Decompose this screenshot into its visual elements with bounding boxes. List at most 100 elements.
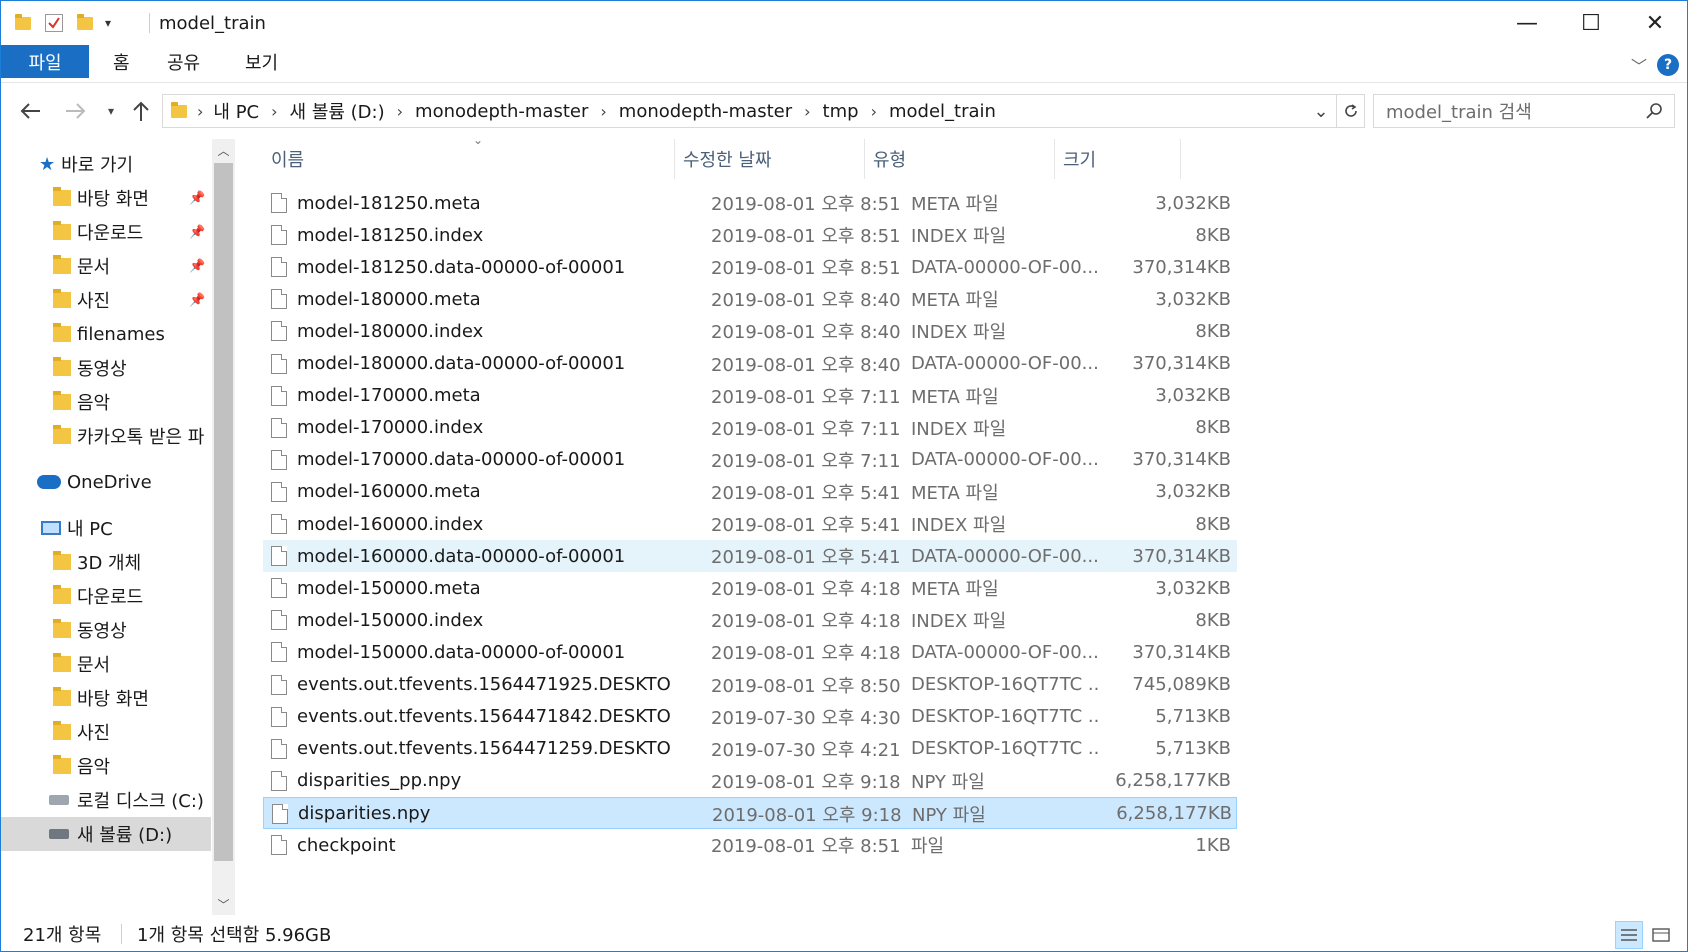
file-row[interactable]: disparities_pp.npy 2019-08-01 오후 9:18 NPY … <box>263 765 1237 797</box>
breadcrumb-item[interactable]: 새 볼륨 (D:) <box>290 98 385 124</box>
file-row[interactable]: model-150000.index 2019-08-01 오후 4:18 INDE… <box>263 604 1237 636</box>
file-type: DESKTOP-16QT7TC ... <box>911 706 1101 728</box>
file-row[interactable]: model-181250.meta 2019-08-01 오후 8:51 META … <box>263 187 1237 219</box>
file-row[interactable]: events.out.tfevents.1564471842.DESKTOP-1… <box>263 701 1237 733</box>
nav-item-local-disk-c[interactable]: 로컬 디스크 (C:) <box>1 783 211 817</box>
file-row[interactable]: model-170000.meta 2019-08-01 오후 7:11 META … <box>263 380 1237 412</box>
up-button[interactable] <box>127 97 155 125</box>
nav-item-videos[interactable]: 동영상 <box>1 613 211 647</box>
breadcrumb-item[interactable]: monodepth-master <box>415 101 588 122</box>
scrollbar-thumb[interactable] <box>214 163 233 861</box>
pin-icon[interactable]: 📌 <box>189 293 205 308</box>
breadcrumb-item[interactable]: tmp <box>823 101 859 122</box>
scroll-up-icon[interactable]: ︿ <box>212 139 235 161</box>
nav-label: 동영상 <box>77 359 127 380</box>
file-icon <box>271 449 287 470</box>
chevron-right-icon[interactable]: › <box>271 102 277 121</box>
nav-onedrive[interactable]: OneDrive <box>1 465 211 499</box>
nav-item-desktop[interactable]: 바탕 화면 📌 <box>1 181 211 215</box>
chevron-right-icon[interactable]: › <box>804 102 810 121</box>
file-name-cell: model-160000.meta <box>271 476 671 508</box>
file-row[interactable]: events.out.tfevents.1564471925.DESKTOP-1… <box>263 669 1237 701</box>
breadcrumb-item[interactable]: 내 PC <box>213 98 259 124</box>
file-row[interactable]: model-170000.data-00000-of-00001 2019-08-… <box>263 444 1237 476</box>
tab-home[interactable]: 홈 <box>103 45 140 79</box>
file-row[interactable]: model-180000.index 2019-08-01 오후 8:40 INDE… <box>263 315 1237 347</box>
close-button[interactable]: ✕ <box>1623 1 1687 45</box>
column-header-size[interactable]: 크기 <box>1055 139 1181 179</box>
pin-icon[interactable]: 📌 <box>189 191 205 206</box>
breadcrumb-item[interactable]: monodepth-master <box>619 101 792 122</box>
nav-item-documents[interactable]: 문서 <box>1 647 211 681</box>
file-row[interactable]: model-180000.data-00000-of-00001 2019-08-… <box>263 348 1237 380</box>
nav-this-pc[interactable]: 내 PC <box>1 511 211 545</box>
help-icon[interactable]: ? <box>1657 54 1679 76</box>
tab-view[interactable]: 보기 <box>235 45 288 79</box>
file-name: events.out.tfevents.1564471842.DESKTOP-1… <box>297 706 671 728</box>
nav-item-downloads[interactable]: 다운로드 📌 <box>1 215 211 249</box>
details-view-button[interactable] <box>1615 921 1643 949</box>
address-bar[interactable]: › 내 PC › 새 볼륨 (D:) › monodepth-master › mon… <box>162 94 1365 128</box>
nav-item-downloads[interactable]: 다운로드 <box>1 579 211 613</box>
tab-share[interactable]: 공유 <box>157 45 210 79</box>
file-row[interactable]: disparities.npy 2019-08-01 오후 9:18 NPY 파일 6… <box>263 796 1237 829</box>
nav-item-desktop[interactable]: 바탕 화면 <box>1 681 211 715</box>
tab-file[interactable]: 파일 <box>1 45 89 78</box>
refresh-icon <box>1344 104 1357 117</box>
file-row[interactable]: events.out.tfevents.1564471259.DESKTOP-1… <box>263 733 1237 765</box>
file-row[interactable]: checkpoint 2019-08-01 오후 8:51 파일 1KB <box>263 829 1237 861</box>
forward-button[interactable] <box>61 97 89 125</box>
search-box[interactable]: model_train 검색 <box>1373 94 1675 128</box>
expand-ribbon-icon[interactable]: ﹀ <box>1631 53 1647 77</box>
videos-folder-icon <box>53 619 71 638</box>
minimize-button[interactable]: — <box>1495 1 1559 45</box>
new-folder-icon[interactable] <box>77 13 93 30</box>
chevron-right-icon[interactable]: › <box>600 102 606 121</box>
file-size: 3,032KB <box>1155 385 1231 407</box>
nav-item-pictures[interactable]: 사진 <box>1 715 211 749</box>
file-row[interactable]: model-150000.data-00000-of-00001 2019-08-… <box>263 636 1237 668</box>
column-header-name[interactable]: 이름 ⌄ <box>263 133 675 179</box>
column-header-date[interactable]: 수정한 날짜 <box>675 139 865 179</box>
search-icon[interactable] <box>1646 102 1664 120</box>
properties-icon[interactable] <box>45 14 63 32</box>
nav-quick-access[interactable]: ★ 바로 가기 <box>1 147 211 181</box>
back-button[interactable] <box>17 97 45 125</box>
refresh-button[interactable] <box>1336 95 1364 127</box>
nav-item-music[interactable]: 음악 <box>1 749 211 783</box>
nav-item-music[interactable]: 음악 <box>1 385 211 419</box>
file-row[interactable]: model-181250.data-00000-of-00001 2019-08-… <box>263 251 1237 283</box>
file-row[interactable]: model-170000.index 2019-08-01 오후 7:11 INDE… <box>263 412 1237 444</box>
nav-item-3d-objects[interactable]: 3D 개체 <box>1 545 211 579</box>
nav-item-filenames[interactable]: filenames <box>1 317 211 351</box>
chevron-right-icon[interactable]: › <box>397 102 403 121</box>
maximize-button[interactable]: ☐ <box>1559 1 1623 45</box>
file-row[interactable]: model-150000.meta 2019-08-01 오후 4:18 META … <box>263 572 1237 604</box>
nav-item-videos[interactable]: 동영상 <box>1 351 211 385</box>
nav-scrollbar[interactable]: ︿ ﹀ <box>212 139 235 915</box>
recent-locations-button[interactable]: ▾ <box>97 97 125 125</box>
column-label: 수정한 날짜 <box>683 150 772 171</box>
back-arrow-icon <box>20 103 40 119</box>
nav-item-kakaotalk[interactable]: 카카오톡 받은 파 <box>1 419 211 453</box>
pin-icon[interactable]: 📌 <box>189 225 205 240</box>
nav-item-pictures[interactable]: 사진 📌 <box>1 283 211 317</box>
file-row[interactable]: model-160000.meta 2019-08-01 오후 5:41 META … <box>263 476 1237 508</box>
customize-toolbar-icon[interactable]: ▾ <box>105 16 111 30</box>
chevron-down-icon[interactable]: ⌄ <box>1306 101 1336 122</box>
file-row[interactable]: model-180000.meta 2019-08-01 오후 8:40 META … <box>263 283 1237 315</box>
file-name: model-181250.index <box>297 224 484 246</box>
file-row[interactable]: model-160000.index 2019-08-01 오후 5:41 INDE… <box>263 508 1237 540</box>
file-type: NPY 파일 <box>912 804 986 826</box>
nav-label: 다운로드 <box>77 587 144 608</box>
scroll-down-icon[interactable]: ﹀ <box>212 893 235 915</box>
pin-icon[interactable]: 📌 <box>189 259 205 274</box>
nav-item-new-volume-d[interactable]: 새 볼륨 (D:) <box>1 817 211 851</box>
column-header-type[interactable]: 유형 <box>865 139 1055 179</box>
file-row[interactable]: model-181250.index 2019-08-01 오후 8:51 INDE… <box>263 219 1237 251</box>
breadcrumb-item[interactable]: model_train <box>889 101 996 122</box>
large-icons-view-button[interactable] <box>1647 921 1675 949</box>
file-row[interactable]: model-160000.data-00000-of-00001 2019-08-… <box>263 540 1237 573</box>
chevron-right-icon[interactable]: › <box>871 102 877 121</box>
nav-item-documents[interactable]: 문서 📌 <box>1 249 211 283</box>
